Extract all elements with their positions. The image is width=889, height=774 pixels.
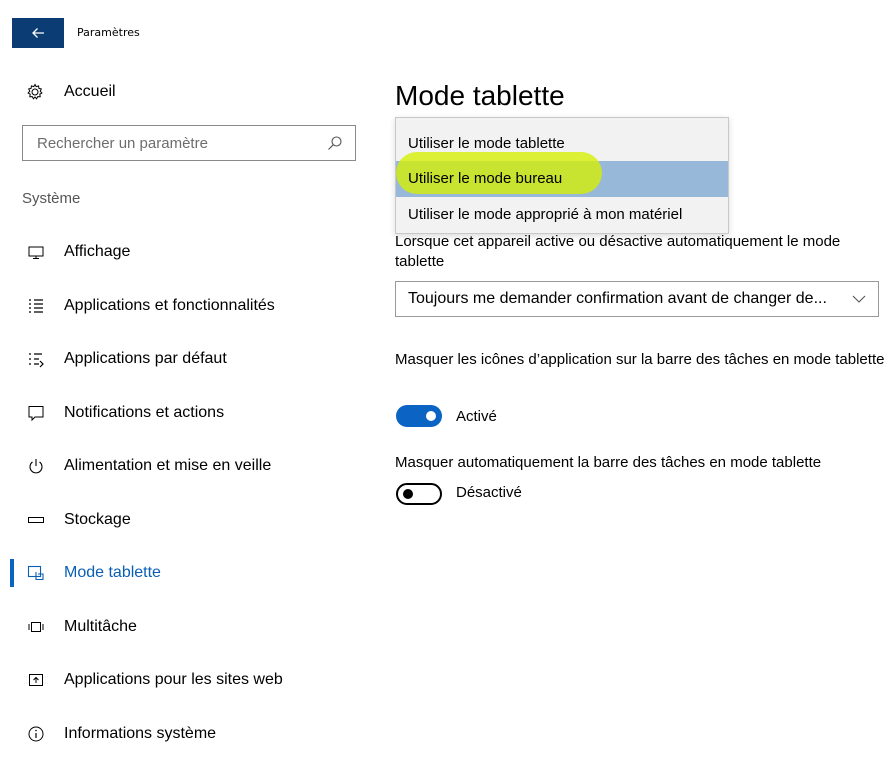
sidebar-home-label: Accueil (64, 83, 116, 100)
display-icon (28, 246, 44, 259)
tablet-mode-icon (27, 565, 44, 581)
toggle-knob (403, 489, 413, 499)
autohide-state: Désactivé (456, 484, 522, 501)
hide-icons-state: Activé (456, 408, 497, 425)
sidebar-item-label: Alimentation et mise en veille (64, 457, 272, 474)
sidebar-item-label: Applications par défaut (64, 350, 227, 367)
toggle-knob (426, 411, 436, 421)
page-title: Mode tablette (395, 80, 565, 111)
title-bar: Paramètres (0, 0, 889, 66)
hide-icons-toggle[interactable] (396, 405, 442, 427)
sidebar-item-default-apps[interactable]: Applications par défaut (0, 333, 375, 387)
sidebar-nav: Affichage Applications et fonctionnalité… (0, 226, 375, 761)
search-input[interactable] (23, 126, 323, 160)
back-arrow-icon (32, 28, 44, 38)
search-icon[interactable] (327, 135, 343, 151)
sidebar-item-label: Stockage (64, 510, 131, 528)
sidebar-item-label: Affichage (64, 243, 131, 260)
web-apps-icon (29, 674, 43, 686)
dropdown-option[interactable]: Utiliser le mode bureau (396, 161, 728, 197)
sidebar-item-tablet-mode[interactable]: Mode tablette (0, 547, 375, 601)
sidebar-item-notifications[interactable]: Notifications et actions (0, 387, 375, 441)
back-button[interactable] (12, 18, 64, 48)
autohide-label: Masquer automatiquement la barre des tâc… (395, 454, 822, 471)
sidebar-item-label: Multitâche (64, 617, 137, 635)
sidebar-item-label: Mode tablette (64, 564, 161, 581)
sidebar: Accueil Système Affichage Applications e… (0, 66, 375, 774)
sidebar-item-affichage[interactable]: Affichage (0, 226, 375, 280)
storage-icon (28, 516, 44, 523)
sidebar-item-multitask[interactable]: Multitâche (0, 601, 375, 655)
autohide-toggle[interactable] (396, 483, 442, 505)
sidebar-item-label: Notifications et actions (64, 403, 225, 421)
search-box[interactable] (22, 125, 356, 161)
gear-icon (27, 83, 43, 100)
prompt-combobox-value: Toujours me demander confirmation avant … (408, 290, 827, 307)
info-icon (28, 726, 44, 741)
dropdown-option[interactable]: Utiliser le mode approprié à mon matérie… (396, 197, 728, 233)
default-apps-icon (29, 353, 44, 368)
prompt-combobox[interactable]: Toujours me demander confirmation avant … (395, 281, 879, 317)
sidebar-item-power[interactable]: Alimentation et mise en veille (0, 440, 375, 494)
sidebar-item-label: Applications pour les sites web (64, 671, 283, 688)
sidebar-item-label: Applications et fonctionnalités (64, 296, 275, 314)
sidebar-item-applications[interactable]: Applications et fonctionnalités (0, 280, 375, 334)
chevron-down-icon (852, 295, 866, 303)
sidebar-item-system-info[interactable]: Informations système (0, 708, 375, 762)
section-heading: Système (22, 190, 81, 207)
window-title: Paramètres (77, 26, 140, 39)
prompt-setting-label: Lorsque cet appareil active ou désactive… (395, 233, 841, 270)
power-icon (29, 459, 43, 474)
hide-icons-label: Masquer les icônes d’application sur la … (395, 351, 885, 368)
sidebar-item-web-apps[interactable]: Applications pour les sites web (0, 654, 375, 708)
multitask-icon (28, 621, 44, 632)
apps-list-icon (29, 298, 43, 313)
notification-icon (28, 405, 44, 421)
sidebar-item-label: Informations système (64, 724, 217, 742)
sidebar-home[interactable]: Accueil (0, 79, 375, 105)
sidebar-item-storage[interactable]: Stockage (0, 494, 375, 548)
startup-mode-dropdown[interactable]: Utiliser le mode tablette Utiliser le mo… (395, 117, 729, 234)
